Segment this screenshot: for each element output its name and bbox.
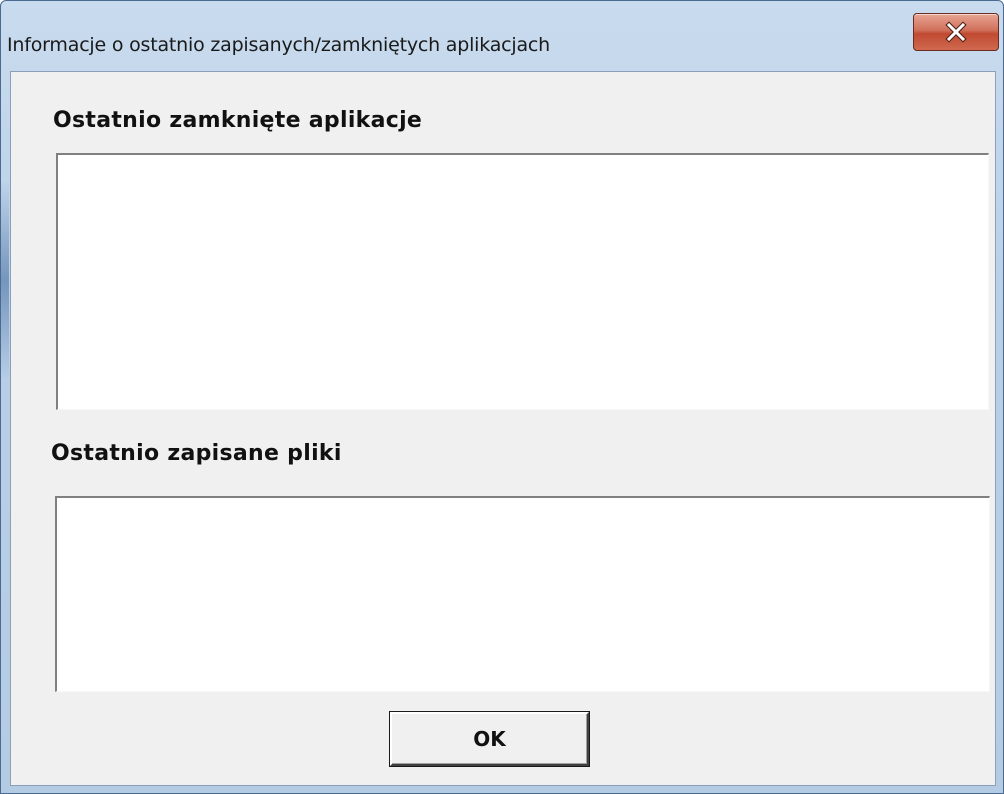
closed-apps-listbox[interactable] xyxy=(56,153,989,410)
close-icon xyxy=(945,21,967,43)
window-title: Informacje o ostatnio zapisanych/zamknię… xyxy=(7,34,551,56)
window-frame-accent xyxy=(1,181,9,381)
dialog-client-area: Ostatnio zamknięte aplikacje Ostatnio za… xyxy=(10,71,996,786)
saved-files-label: Ostatnio zapisane pliki xyxy=(51,441,342,466)
ok-button[interactable]: OK xyxy=(390,712,589,766)
saved-files-listbox[interactable] xyxy=(55,496,990,692)
close-button[interactable] xyxy=(913,13,999,51)
ok-button-label: OK xyxy=(473,727,506,751)
closed-apps-label: Ostatnio zamknięte aplikacje xyxy=(53,108,423,133)
title-bar[interactable]: Informacje o ostatnio zapisanych/zamknię… xyxy=(1,1,1003,71)
dialog-window: Informacje o ostatnio zapisanych/zamknię… xyxy=(0,0,1004,794)
